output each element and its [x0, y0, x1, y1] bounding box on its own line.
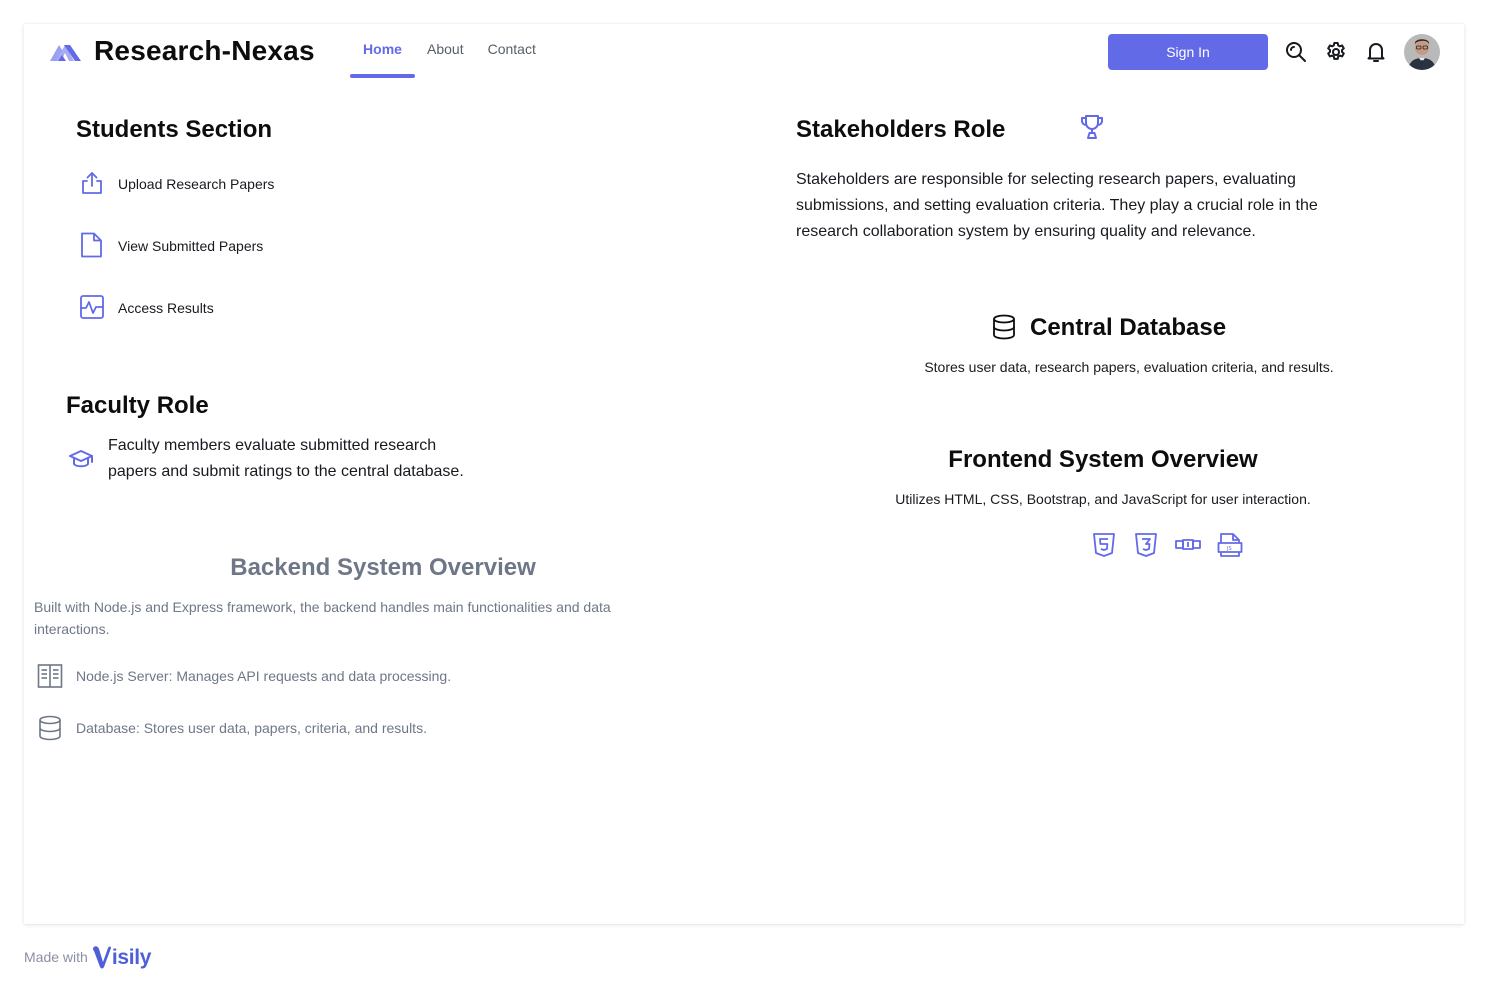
stakeholders-role-title: Stakeholders Role — [796, 116, 1006, 143]
brand-name: Research-Nexas — [94, 35, 315, 66]
faculty-description: Faculty members evaluate submitted resea… — [108, 433, 464, 485]
students-section-title: Students Section — [76, 116, 273, 143]
visily-logo: isily — [92, 944, 151, 970]
html5-icon — [1093, 533, 1115, 557]
page-card: Research-Nexas Home About Contact Sign I… — [24, 24, 1464, 924]
faculty-description-line-1: Faculty members evaluate submitted resea… — [108, 437, 437, 454]
server-book-icon — [37, 664, 63, 688]
svg-text:JS: JS — [1226, 546, 1232, 552]
central-database-icon — [993, 314, 1015, 340]
search-icon[interactable] — [1284, 40, 1308, 64]
backend-description-line-2: interactions. — [34, 621, 110, 637]
made-with-text: Made with — [24, 949, 88, 965]
nav-contact-label: Contact — [487, 41, 536, 57]
database-item: Database: Stores user data, papers, crit… — [76, 720, 427, 736]
stakeholders-description-line-3: research collaboration system by ensurin… — [796, 223, 1256, 240]
visily-brand-text: isily — [111, 946, 152, 969]
main-nav: Home About Contact — [350, 24, 548, 78]
nav-contact[interactable]: Contact — [476, 22, 548, 76]
stakeholders-description-line-2: submissions, and setting evaluation crit… — [796, 197, 1318, 214]
avatar-image — [1404, 34, 1440, 70]
faculty-role-title: Faculty Role — [66, 392, 209, 419]
logo-icon — [50, 45, 81, 61]
bootstrap-icon — [1175, 539, 1201, 550]
database-icon — [39, 715, 61, 741]
visily-v-icon — [92, 946, 111, 969]
backend-description: Built with Node.js and Express framework… — [34, 596, 611, 640]
javascript-file-icon: JS — [1217, 533, 1243, 557]
frontend-description: Utilizes HTML, CSS, Bootstrap, and JavaS… — [895, 491, 1311, 507]
graduation-cap-icon — [69, 450, 93, 468]
file-icon — [81, 232, 102, 258]
frontend-overview-title: Frontend System Overview — [948, 446, 1258, 473]
upload-icon — [82, 172, 102, 194]
backend-description-line-1: Built with Node.js and Express framework… — [34, 599, 611, 615]
avatar[interactable] — [1404, 34, 1440, 70]
stakeholders-description-line-1: Stakeholders are responsible for selecti… — [796, 171, 1296, 188]
upload-research-papers-link[interactable]: Upload Research Papers — [118, 176, 274, 192]
activity-icon — [80, 295, 104, 319]
css3-icon — [1135, 533, 1157, 557]
nav-about-label: About — [427, 41, 464, 57]
trophy-icon — [1081, 115, 1103, 139]
central-database-title: Central Database — [1030, 314, 1227, 341]
view-submitted-papers-link[interactable]: View Submitted Papers — [118, 238, 263, 254]
bell-icon[interactable] — [1364, 40, 1388, 64]
nav-about[interactable]: About — [415, 22, 476, 76]
made-with-visily-footer[interactable]: Made with isily — [24, 944, 151, 970]
sign-in-button[interactable]: Sign In — [1108, 34, 1268, 70]
access-results-link[interactable]: Access Results — [118, 300, 214, 316]
nav-home[interactable]: Home — [350, 22, 415, 78]
central-database-description: Stores user data, research papers, evalu… — [924, 359, 1334, 375]
backend-overview-title: Backend System Overview — [230, 554, 536, 581]
nodejs-server-item: Node.js Server: Manages API requests and… — [76, 668, 452, 684]
nav-home-label: Home — [363, 41, 402, 57]
stakeholders-description: Stakeholders are responsible for selecti… — [796, 167, 1318, 245]
faculty-description-line-2: papers and submit ratings to the central… — [108, 463, 464, 480]
gear-icon[interactable] — [1324, 40, 1348, 64]
